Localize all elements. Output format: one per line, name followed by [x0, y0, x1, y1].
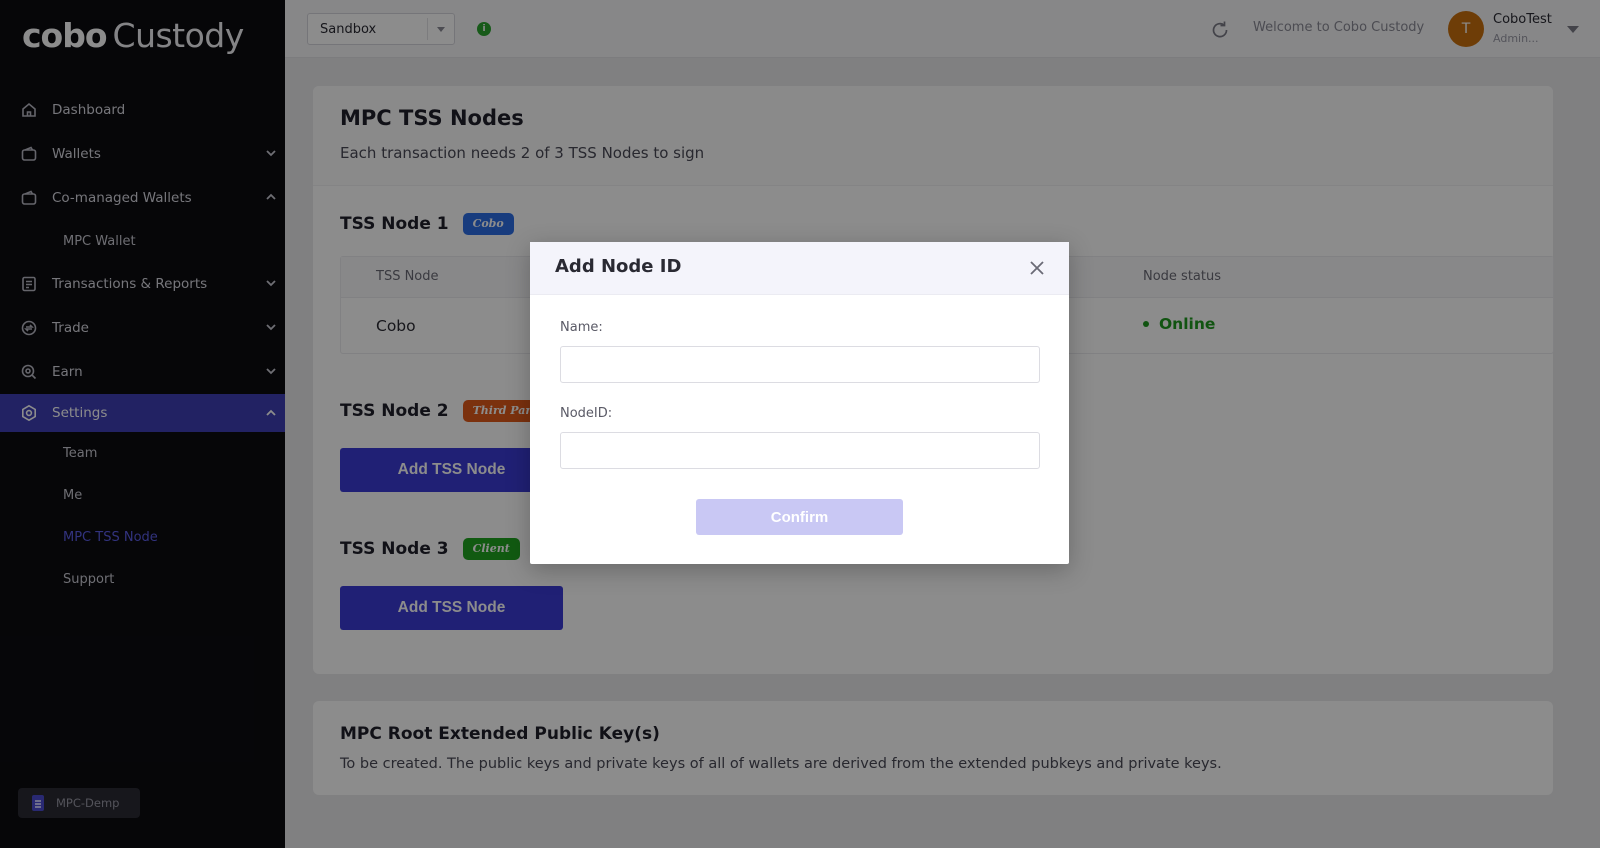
- add-node-id-dialog: Add Node ID Name: NodeID: Confirm: [530, 242, 1069, 564]
- node-id-label: NodeID:: [560, 406, 613, 421]
- name-label: Name:: [560, 320, 603, 335]
- confirm-button[interactable]: Confirm: [696, 499, 903, 535]
- node-id-input[interactable]: [560, 432, 1040, 469]
- close-icon[interactable]: [1027, 258, 1047, 278]
- name-input[interactable]: [560, 346, 1040, 383]
- dialog-title: Add Node ID: [555, 256, 682, 277]
- dialog-header: Add Node ID: [530, 242, 1069, 295]
